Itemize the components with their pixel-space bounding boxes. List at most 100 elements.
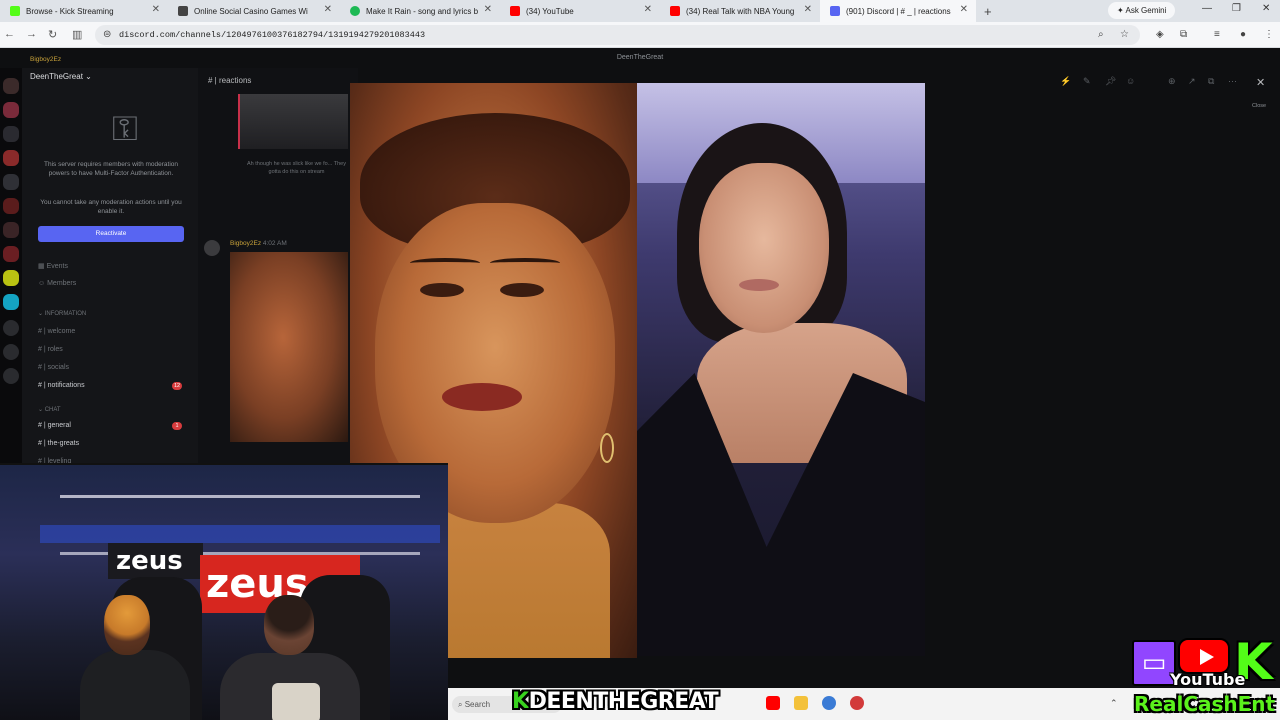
server-icon[interactable] <box>3 198 19 214</box>
url-field[interactable]: discord.com/channels/1204976100376182794… <box>95 25 1140 45</box>
screen: Browse - Kick Streaming ✕ Online Social … <box>0 0 1280 720</box>
tab-youtube[interactable]: (34) YouTube ✕ <box>500 0 660 22</box>
site-info-icon[interactable]: ⊜ <box>103 29 111 40</box>
zoom-in-icon[interactable]: ⊕ <box>1168 76 1176 87</box>
chat-message-text: Ah though he was slick like we fo... The… <box>247 161 346 175</box>
ask-gemini-button[interactable]: ✦ Ask Gemini <box>1108 2 1176 19</box>
share-icon[interactable]: ↗ <box>1188 76 1196 87</box>
server-icon[interactable] <box>3 150 19 166</box>
member-list-icon[interactable]: ☺ <box>1126 76 1135 86</box>
tab-youtube-realtalk[interactable]: (34) Real Talk with NBA Young ✕ <box>660 0 820 22</box>
discover-icon[interactable] <box>3 344 19 360</box>
server-icon[interactable] <box>3 246 19 262</box>
tab-discord[interactable]: (901) Discord | # _ | reactions ✕ <box>820 0 976 22</box>
bookmark-star-icon[interactable]: ☆ <box>1120 29 1129 40</box>
channel-general[interactable]: # | general <box>38 422 71 429</box>
profile-icon[interactable]: ● <box>1240 29 1246 40</box>
channel-label: socials <box>47 364 70 371</box>
youtube-icon <box>510 6 520 16</box>
media-image-right[interactable] <box>637 83 925 656</box>
menu-kebab-icon[interactable]: ⋮ <box>1264 29 1274 40</box>
reload-icon[interactable]: ↻ <box>48 28 57 41</box>
chevron-up-icon[interactable]: ⌃ <box>1110 698 1118 709</box>
close-media-viewer-icon[interactable]: ✕ <box>1256 76 1265 89</box>
image-detail <box>739 279 779 291</box>
channel-notifications[interactable]: # | notifications <box>38 382 85 389</box>
server-header[interactable]: DeenTheGreat ⌄ <box>30 72 92 81</box>
general-badge: 1 <box>172 422 182 430</box>
server-icon[interactable] <box>3 174 19 190</box>
sidebar-item-events[interactable]: ▦ Events <box>38 262 68 270</box>
channel-header-label: | reactions <box>214 76 252 85</box>
app-icon[interactable] <box>850 696 864 710</box>
close-tab-icon[interactable]: ✕ <box>804 4 812 15</box>
browser-tab-strip: Browse - Kick Streaming ✕ Online Social … <box>0 0 1280 22</box>
sidebar-toggle-icon[interactable]: ▥ <box>72 28 82 41</box>
chat-attachment-image[interactable] <box>238 94 348 149</box>
sidebar-item-members[interactable]: ☺ Members <box>38 280 76 287</box>
zoom-icon[interactable]: ⌕ <box>1098 29 1104 40</box>
new-tab-button[interactable]: + <box>984 4 992 19</box>
media-icon[interactable]: ≡ <box>1214 29 1220 40</box>
image-detail <box>442 383 522 411</box>
taskbar-search-label: Search <box>464 700 491 709</box>
server-icon[interactable] <box>3 78 19 94</box>
puzzle-icon[interactable]: ⧉ <box>1180 29 1187 40</box>
channel-label: general <box>47 422 71 429</box>
close-tab-icon[interactable]: ✕ <box>960 4 968 15</box>
reactivate-button[interactable]: Reactivate <box>38 226 184 242</box>
discord-window-title: DeenTheGreat <box>616 54 664 61</box>
back-icon[interactable]: ← <box>4 28 15 40</box>
avatar[interactable] <box>204 240 220 256</box>
forward-icon[interactable]: → <box>26 28 37 40</box>
add-server-icon[interactable] <box>3 320 19 336</box>
cam-detail <box>104 595 150 655</box>
youtube-icon <box>670 6 680 16</box>
casino-icon <box>178 6 188 16</box>
close-window-icon[interactable]: ✕ <box>1262 3 1270 14</box>
category-chat[interactable]: ⌄ CHAT <box>38 406 61 413</box>
tab-kick[interactable]: Browse - Kick Streaming ✕ <box>0 0 168 22</box>
close-tab-icon[interactable]: ✕ <box>324 4 332 15</box>
minimize-icon[interactable]: — <box>1202 3 1212 14</box>
close-tab-icon[interactable]: ✕ <box>484 4 492 15</box>
chat-attachment-image[interactable] <box>230 252 348 442</box>
sidebar-item-label: Events <box>46 263 68 270</box>
tab-spotify[interactable]: Make It Rain - song and lyrics b ✕ <box>340 0 500 22</box>
close-tab-icon[interactable]: ✕ <box>644 4 652 15</box>
close-tab-icon[interactable]: ✕ <box>152 4 160 15</box>
folder-icon[interactable] <box>794 696 808 710</box>
extension-icon[interactable]: ◈ <box>1156 29 1164 40</box>
server-icon[interactable] <box>3 126 19 142</box>
channel-sidebar: DeenTheGreat ⌄ Bigboy2Ez ⚿ This server r… <box>22 56 198 468</box>
category-label: INFORMATION <box>44 311 87 317</box>
server-icon[interactable] <box>3 270 19 286</box>
server-icon[interactable] <box>3 294 19 310</box>
youtube-logo-icon <box>1178 638 1230 674</box>
tab-casino[interactable]: Online Social Casino Games Wi ✕ <box>168 0 340 22</box>
cam-detail <box>272 683 320 720</box>
caption-name: DEENTHEGREAT <box>528 689 719 714</box>
channel-welcome[interactable]: # | welcome <box>38 328 75 335</box>
channel-label: welcome <box>47 328 76 335</box>
youtube-icon[interactable] <box>766 696 780 710</box>
channel-socials[interactable]: # | socials <box>38 364 69 371</box>
ask-gemini-label: Ask Gemini <box>1125 6 1167 15</box>
download-icon[interactable] <box>3 368 19 384</box>
server-icon[interactable] <box>3 102 19 118</box>
open-original-icon[interactable]: ⧉ <box>1208 76 1214 87</box>
threads-icon[interactable]: ⚡ <box>1060 76 1071 87</box>
maximize-icon[interactable]: ❐ <box>1232 3 1241 14</box>
streamer-name-overlay: KDEENTHEGREAT <box>512 686 719 718</box>
message-time: 4:02 AM <box>262 240 287 247</box>
more-icon[interactable]: ⋯ <box>1228 76 1237 87</box>
channel-the-greats[interactable]: # | the-greats <box>38 440 79 447</box>
close-tooltip: Close <box>1252 103 1267 109</box>
pin-icon[interactable]: 📌︎ <box>1105 76 1116 87</box>
browser-icon[interactable] <box>822 696 836 710</box>
channel-roles[interactable]: # | roles <box>38 346 63 353</box>
message-author[interactable]: Bigboy2Ez 4:02 AM <box>230 240 287 247</box>
server-icon[interactable] <box>3 222 19 238</box>
notification-settings-icon[interactable]: ✎ <box>1083 76 1091 87</box>
category-information[interactable]: ⌄ INFORMATION <box>38 310 86 317</box>
